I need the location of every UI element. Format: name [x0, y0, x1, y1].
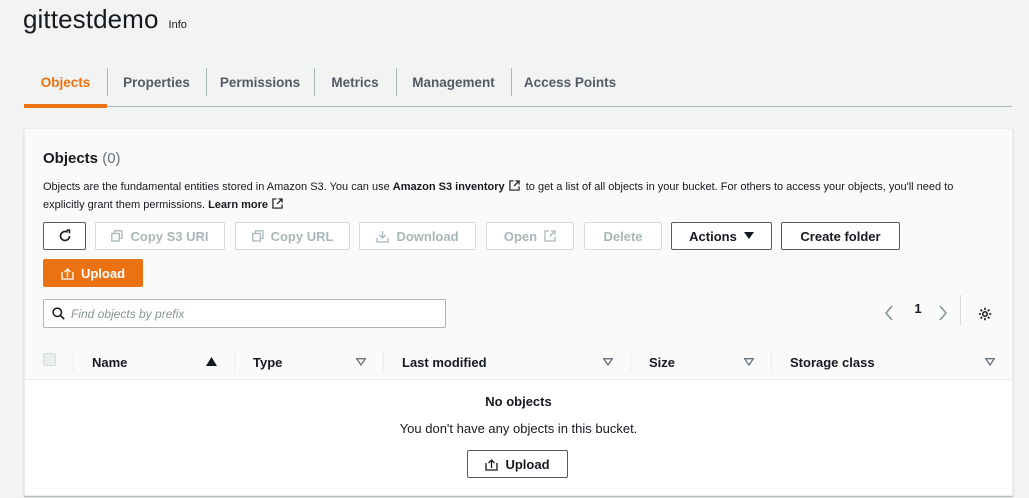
sort-icon[interactable]	[603, 358, 613, 366]
search-input[interactable]	[71, 306, 431, 321]
create-folder-label: Create folder	[800, 228, 881, 244]
upload-icon	[61, 267, 74, 280]
search-icon	[52, 307, 65, 320]
panel-title-text: Objects	[43, 150, 99, 167]
tab-access-points[interactable]: Access Points	[511, 58, 629, 106]
copy-icon	[111, 230, 124, 242]
delete-button[interactable]: Delete	[584, 222, 662, 250]
table-header: Name Type Last modified Size Storage cla…	[25, 344, 1012, 380]
inventory-link[interactable]: Amazon S3 inventory	[393, 181, 505, 193]
external-link-icon	[544, 230, 556, 242]
tab-metrics[interactable]: Metrics	[314, 58, 396, 106]
column-header-type[interactable]: Type	[253, 344, 282, 380]
external-link-icon	[272, 198, 283, 209]
refresh-button[interactable]	[43, 222, 86, 250]
current-page[interactable]: 1	[911, 301, 925, 316]
column-divider	[73, 352, 74, 372]
external-link-icon	[508, 180, 520, 191]
search-box	[43, 299, 446, 328]
download-icon	[376, 230, 390, 243]
bucket-tabs: Objects Properties Permissions Metrics M…	[24, 58, 1012, 108]
description-text-1: Objects are the fundamental entities sto…	[43, 181, 390, 193]
info-link[interactable]: Info	[169, 19, 187, 31]
panel-title: Objects (0)	[43, 150, 121, 167]
copy-s3-uri-button[interactable]: Copy S3 URI	[95, 222, 225, 250]
empty-state-upload-button[interactable]: Upload	[467, 450, 568, 478]
column-divider	[234, 352, 235, 372]
chevron-left-icon[interactable]	[884, 305, 894, 321]
download-button[interactable]: Download	[359, 222, 476, 250]
upload-icon	[485, 458, 499, 471]
tab-permissions[interactable]: Permissions	[206, 58, 314, 106]
upload-label: Upload	[80, 265, 126, 281]
gear-icon[interactable]	[978, 307, 992, 321]
column-divider	[771, 352, 772, 372]
column-header-size[interactable]: Size	[649, 344, 675, 380]
copy-url-label: Copy URL	[270, 228, 334, 244]
column-header-name[interactable]: Name	[92, 344, 127, 380]
upload-button[interactable]: Upload	[43, 259, 143, 287]
caret-down-icon	[743, 232, 754, 239]
objects-panel-header	[25, 129, 1012, 380]
open-button[interactable]: Open	[486, 222, 574, 250]
column-divider	[383, 352, 384, 372]
sort-icon[interactable]	[356, 358, 366, 366]
refresh-icon	[59, 229, 70, 242]
panel-description: Objects are the fundamental entities sto…	[43, 178, 973, 214]
column-header-last-modified[interactable]: Last modified	[402, 344, 487, 380]
bucket-header: gittestdemo Info	[23, 4, 187, 35]
learn-more-link[interactable]: Learn more	[208, 199, 268, 211]
delete-label: Delete	[603, 228, 643, 244]
empty-state-upload-label: Upload	[505, 456, 550, 472]
column-divider	[630, 352, 631, 372]
object-count: (0)	[102, 150, 121, 167]
copy-icon	[251, 230, 264, 242]
download-label: Download	[396, 228, 459, 244]
tab-properties[interactable]: Properties	[107, 58, 206, 106]
pager-divider	[960, 295, 961, 325]
tab-management[interactable]: Management	[396, 58, 511, 106]
tab-objects[interactable]: Objects	[24, 58, 107, 108]
actions-label: Actions	[689, 228, 737, 244]
empty-state-title: No objects	[485, 394, 552, 409]
actions-dropdown[interactable]: Actions	[671, 222, 772, 250]
chevron-right-icon[interactable]	[938, 305, 948, 321]
copy-url-button[interactable]: Copy URL	[235, 222, 350, 250]
sort-ascending-icon[interactable]	[206, 357, 217, 366]
column-header-storage-class[interactable]: Storage class	[790, 344, 875, 380]
open-label: Open	[503, 228, 538, 244]
objects-panel: Objects (0) Objects are the fundamental …	[24, 128, 1013, 496]
copy-s3-uri-label: Copy S3 URI	[130, 228, 209, 244]
create-folder-button[interactable]: Create folder	[781, 222, 900, 250]
bucket-name: gittestdemo	[23, 4, 159, 34]
sort-icon[interactable]	[985, 358, 995, 366]
sort-icon[interactable]	[744, 358, 754, 366]
empty-state-message: You don't have any objects in this bucke…	[399, 421, 638, 436]
